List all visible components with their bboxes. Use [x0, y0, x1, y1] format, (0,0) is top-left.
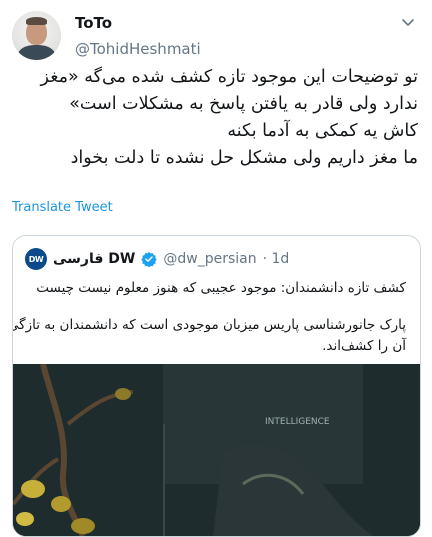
- dw-logo-text: DW: [28, 254, 44, 264]
- quoted-text-line: کشف تازه دانشمندان: موجود عجیبی که هنوز …: [36, 280, 406, 296]
- quoted-text-line: پارک جانورشناسی پاریس میزبان موجودی است …: [12, 317, 406, 333]
- quoted-text-line: آن را کشف‌اند.: [322, 338, 406, 354]
- tweet-text-line: تو توضیحات این موجود تازه کشف شده می‌گه …: [40, 67, 418, 87]
- chevron-down-icon[interactable]: [400, 14, 416, 30]
- quoted-tweet-text: کشف تازه دانشمندان: موجود عجیبی که هنوز …: [12, 278, 406, 357]
- quoted-author-name[interactable]: فارسی DW: [53, 251, 135, 267]
- quoted-tweet-media[interactable]: INTELLIGENCE: [13, 364, 420, 536]
- avatar[interactable]: [12, 11, 61, 60]
- verified-badge-icon: [141, 252, 158, 267]
- media-caption: INTELLIGENCE: [265, 417, 330, 427]
- tweet-text-line: ما مغز داریم ولی مشکل حل نشده تا دلت بخو…: [70, 148, 418, 168]
- quoted-tweet-header: DW فارسی DW @dw_persian · 1d: [25, 248, 405, 270]
- tweet-text-line: ندارد ولی قادر به یافتن پاسخ به مشکلات ا…: [69, 94, 418, 114]
- quoted-tweet-time[interactable]: · 1d: [263, 251, 290, 267]
- dw-logo-icon[interactable]: DW: [25, 248, 47, 270]
- quoted-tweet[interactable]: DW فارسی DW @dw_persian · 1d کشف تازه دا…: [12, 235, 421, 537]
- tweet-text-line: کاش یه کمکی به آدما بکنه: [227, 121, 418, 141]
- quoted-author-handle[interactable]: @dw_persian: [163, 251, 256, 267]
- tweet-text: تو توضیحات این موجود تازه کشف شده می‌گه …: [12, 64, 418, 172]
- author-display-name[interactable]: ToTo: [75, 14, 112, 32]
- translate-tweet-link[interactable]: Translate Tweet: [12, 200, 113, 215]
- media-image: INTELLIGENCE: [13, 364, 420, 536]
- author-handle[interactable]: @TohidHeshmati: [75, 40, 201, 58]
